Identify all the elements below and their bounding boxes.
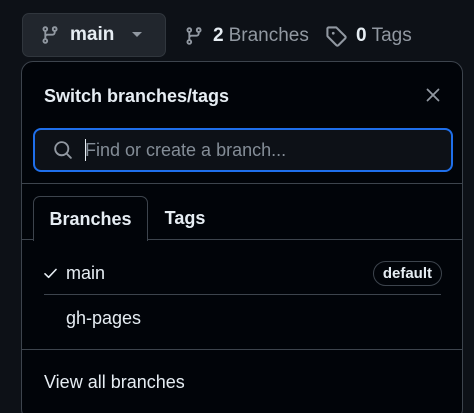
triangle-down-icon bbox=[132, 32, 143, 37]
switcher-tabs: Branches Tags bbox=[22, 196, 462, 241]
close-button[interactable] bbox=[424, 86, 442, 104]
branch-selector-button[interactable]: main bbox=[22, 13, 166, 57]
footer-divider bbox=[22, 349, 462, 350]
divider bbox=[22, 183, 462, 184]
branches-count: 2 bbox=[213, 25, 224, 46]
close-icon bbox=[426, 88, 440, 102]
default-badge: default bbox=[372, 260, 442, 286]
branch-name: gh-pages bbox=[66, 307, 142, 328]
branch-search-input[interactable] bbox=[85, 136, 415, 164]
tags-link[interactable]: 0 Tags bbox=[325, 22, 412, 50]
popover-title: Switch branches/tags bbox=[44, 86, 230, 106]
view-all-branches-link[interactable]: View all branches bbox=[44, 372, 185, 393]
tag-icon bbox=[326, 26, 347, 47]
page: main 2 Branches 0 Tags Switch branches/t… bbox=[0, 0, 474, 413]
branch-search-box[interactable] bbox=[33, 128, 453, 172]
branch-item-main[interactable]: main default bbox=[44, 251, 442, 295]
check-icon bbox=[44, 268, 64, 279]
branch-item-gh-pages[interactable]: gh-pages bbox=[44, 296, 442, 340]
tags-label: Tags bbox=[371, 25, 412, 46]
text-cursor bbox=[85, 139, 86, 161]
tags-count: 0 bbox=[356, 25, 367, 46]
git-branch-icon bbox=[186, 27, 202, 45]
tab-tags[interactable]: Tags bbox=[150, 196, 220, 240]
tab-branches[interactable]: Branches bbox=[33, 196, 148, 241]
branch-switcher-popover: Switch branches/tags Branches Tags bbox=[21, 61, 463, 413]
search-icon bbox=[54, 141, 72, 159]
row-divider bbox=[44, 294, 441, 295]
branch-name: main bbox=[66, 262, 106, 283]
branches-link[interactable]: 2 Branches bbox=[184, 22, 309, 50]
branches-label: Branches bbox=[228, 25, 309, 46]
git-branch-icon bbox=[42, 26, 58, 44]
branch-selector-label: main bbox=[70, 24, 115, 45]
